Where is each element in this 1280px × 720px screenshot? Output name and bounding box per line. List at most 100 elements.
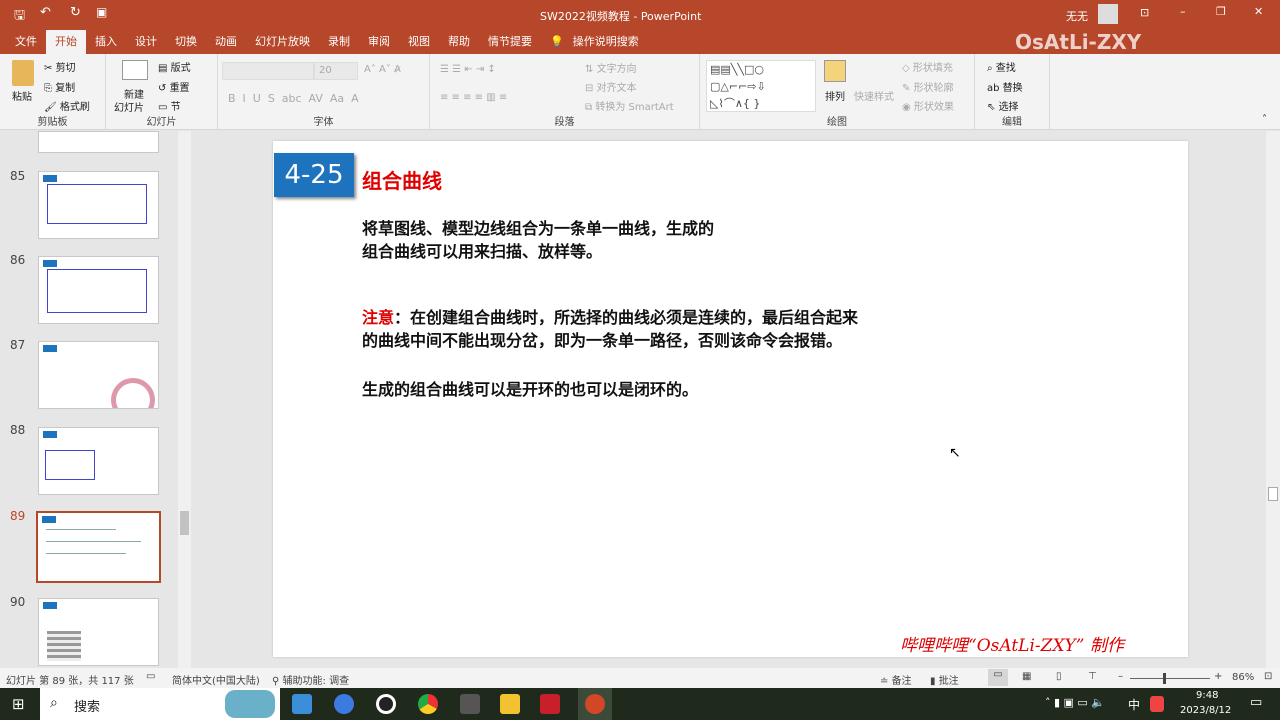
slideshow-icon[interactable]: ⊤: [1088, 671, 1097, 682]
text-direction-button[interactable]: ⇅ 文字方向: [585, 60, 637, 75]
slides-label: 幻灯片: [146, 117, 177, 128]
tab-home[interactable]: 开始: [46, 30, 86, 54]
slide-thumbnail[interactable]: [38, 341, 159, 409]
copy-button[interactable]: ⎘ 复制: [44, 79, 75, 94]
paste-icon[interactable]: [12, 60, 34, 86]
app-icon[interactable]: [334, 694, 354, 714]
restore-button[interactable]: ❐: [1216, 5, 1226, 18]
language[interactable]: 简体中文(中国大陆): [172, 672, 260, 687]
paste-button[interactable]: 粘贴: [12, 88, 32, 103]
search-icon: ⌕: [50, 695, 58, 711]
windows-start-icon[interactable]: ⊞: [12, 695, 25, 713]
editing-group: ⌕ 查找 ab 替换 ⇖ 选择 编辑: [975, 54, 1050, 130]
file-explorer-icon[interactable]: [500, 694, 520, 714]
taskbar: ⊞ ⌕ 搜索 ˄ ▮ ▣ ▭ 🔈 中 9:48 2023/8/12 ▭: [0, 688, 1280, 720]
tab-record[interactable]: 录制: [319, 30, 359, 54]
shape-effects-button[interactable]: ◉ 形状效果: [902, 98, 954, 113]
thumbnails-scrollbar[interactable]: [178, 131, 191, 668]
collapse-ribbon-icon[interactable]: ˄: [1262, 114, 1267, 125]
list-buttons[interactable]: ☰ ☰ ⇤ ⇥ ↕: [440, 64, 496, 75]
sogou-icon[interactable]: [1150, 696, 1164, 712]
task-view-icon[interactable]: [292, 694, 312, 714]
select-button[interactable]: ⇖ 选择: [987, 98, 1019, 113]
slide-thumbnail[interactable]: [38, 598, 159, 666]
drawing-label: 绘图: [827, 117, 847, 128]
slide-sorter-icon[interactable]: ▦: [1022, 671, 1031, 682]
align-text-button[interactable]: ⊟ 对齐文本: [585, 79, 637, 94]
clock-date[interactable]: 2023/8/12: [1180, 705, 1231, 716]
section-button[interactable]: ▭ 节: [158, 98, 181, 113]
qq-icon[interactable]: [376, 694, 396, 714]
tab-review[interactable]: 审阅: [359, 30, 399, 54]
slide-scrollbar[interactable]: [1266, 131, 1280, 668]
solidworks-icon[interactable]: [540, 694, 560, 714]
font-size-input[interactable]: 20: [314, 62, 358, 80]
slide-thumbnail[interactable]: [38, 256, 159, 324]
notes-button[interactable]: ≐ 备注: [880, 672, 912, 687]
tab-insert[interactable]: 插入: [86, 30, 126, 54]
ime-indicator[interactable]: 中: [1128, 696, 1140, 713]
arrange-button[interactable]: 排列: [825, 88, 845, 103]
zoom-out-button[interactable]: –: [1118, 671, 1123, 682]
zoom-level[interactable]: 86%: [1232, 672, 1254, 683]
tab-design[interactable]: 设计: [126, 30, 166, 54]
format-painter-button[interactable]: 🖌 格式刷: [44, 98, 90, 113]
zoom-in-button[interactable]: +: [1214, 671, 1222, 682]
slide-thumbnail[interactable]: [38, 171, 159, 239]
font-format-buttons[interactable]: B I U S abc AV Aa A: [228, 92, 359, 105]
tab-animations[interactable]: 动画: [206, 30, 246, 54]
chrome-icon[interactable]: [418, 694, 438, 714]
close-button[interactable]: ✕: [1254, 5, 1263, 18]
title-bar: 🖫 ↶ ↻ ▣ SW2022视频教程 - PowerPoint 无无 ⊡ – ❐…: [0, 0, 1280, 30]
powerpoint-taskbar-button[interactable]: [578, 688, 612, 720]
undo-icon[interactable]: ↶: [40, 5, 51, 20]
present-icon[interactable]: ▣: [96, 5, 107, 19]
slide-thumbnail[interactable]: [38, 427, 159, 495]
slide-canvas[interactable]: 4-25 组合曲线 将草图线、模型边线组合为一条单一曲线，生成的 组合曲线可以用来…: [273, 141, 1188, 657]
tab-help[interactable]: 帮助: [439, 30, 479, 54]
paragraph-1: 将草图线、模型边线组合为一条单一曲线，生成的 组合曲线可以用来扫描、放样等。: [362, 219, 715, 261]
save-icon[interactable]: 🖫: [14, 6, 25, 28]
thumb-number: 90: [10, 595, 26, 609]
slide-thumbnail[interactable]: [38, 131, 159, 153]
reading-view-icon[interactable]: ▯: [1056, 671, 1062, 682]
normal-view-icon[interactable]: ▭: [988, 669, 1008, 686]
tab-file[interactable]: 文件: [6, 30, 46, 54]
find-button[interactable]: ⌕ 查找: [987, 59, 1016, 74]
cut-button[interactable]: ✂ 剪切: [44, 59, 76, 74]
calculator-icon[interactable]: [460, 694, 480, 714]
ribbon-display-icon[interactable]: ⊡: [1140, 6, 1149, 19]
notification-icon[interactable]: ▭: [1250, 695, 1262, 710]
new-slide-icon[interactable]: [122, 60, 148, 80]
tab-slideshow[interactable]: 幻灯片放映: [246, 30, 319, 54]
shapes-gallery[interactable]: ▤▤╲╲□○ ▢△⌐⌐⇨⇩ ◺⌇⌒∧{ }: [706, 60, 816, 112]
minimize-button[interactable]: –: [1180, 5, 1186, 18]
tab-storyboard[interactable]: 情节提要: [479, 30, 541, 54]
tray-icons[interactable]: ˄ ▮ ▣ ▭ 🔈: [1045, 696, 1105, 709]
arrange-icon[interactable]: [824, 60, 846, 82]
smartart-button[interactable]: ⧉ 转换为 SmartArt: [585, 98, 674, 113]
replace-button[interactable]: ab 替换: [987, 79, 1023, 94]
slide-thumbnail-selected[interactable]: [36, 511, 161, 583]
quick-styles-button[interactable]: 快速样式: [854, 88, 894, 103]
accessibility-button[interactable]: ⚲ 辅助功能: 调查: [272, 672, 349, 687]
shape-fill-button[interactable]: ◇ 形状填充: [902, 59, 953, 74]
fit-slide-icon[interactable]: ⊡: [1264, 671, 1272, 682]
clock-time[interactable]: 9:48: [1196, 690, 1218, 701]
tell-me-search[interactable]: 操作说明搜索: [573, 30, 648, 54]
align-buttons[interactable]: ≡ ≡ ≡ ≡ ▥ ≡: [440, 92, 507, 103]
avatar[interactable]: [1098, 4, 1118, 24]
layout-button[interactable]: ▤ 版式: [158, 59, 191, 74]
redo-icon[interactable]: ↻: [70, 5, 81, 20]
tab-transitions[interactable]: 切换: [166, 30, 206, 54]
zoom-slider[interactable]: [1130, 673, 1210, 684]
font-grow-shrink[interactable]: A˄ A˅ A̷: [364, 64, 401, 75]
font-name-input[interactable]: [222, 62, 314, 80]
tab-view[interactable]: 视图: [399, 30, 439, 54]
spellcheck-icon[interactable]: ▭: [146, 671, 155, 682]
taskbar-search[interactable]: ⌕ 搜索: [40, 688, 280, 720]
shape-outline-button[interactable]: ✎ 形状轮廓: [902, 79, 954, 94]
reset-button[interactable]: ↺ 重置: [158, 79, 190, 94]
new-slide-label[interactable]: 幻灯片: [114, 99, 144, 114]
comments-button[interactable]: ▮ 批注: [930, 672, 959, 687]
